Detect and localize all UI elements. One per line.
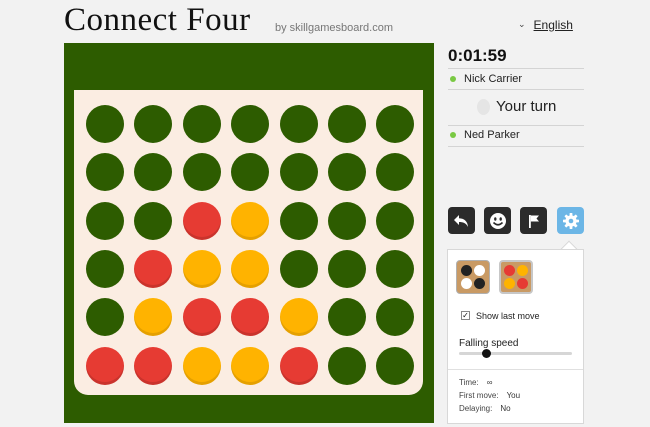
red-disc[interactable] [182,201,221,240]
time-label: Time: [459,378,479,387]
board-slot[interactable] [279,201,318,240]
board-slot[interactable] [134,105,173,143]
player-bottom: Ned Parker [448,129,520,141]
theme-disc [461,265,472,276]
game-board[interactable] [64,43,434,423]
board-slot[interactable] [376,298,415,337]
board-slot[interactable] [86,105,124,143]
board-slot[interactable] [134,201,173,240]
flag-icon [528,214,539,228]
theme-disc [517,278,528,289]
slider-handle[interactable] [481,349,491,358]
board-slot[interactable] [328,201,366,240]
board-grid[interactable] [74,90,423,395]
board-slot[interactable] [134,153,173,192]
red-disc[interactable] [279,346,318,385]
board-slot[interactable] [328,153,366,192]
yellow-disc[interactable] [279,298,318,337]
divider [448,89,584,90]
board-slot[interactable] [328,298,366,337]
divider [448,146,584,147]
theme-disc [504,278,515,289]
red-disc[interactable] [182,298,221,337]
board-slot[interactable] [328,249,366,288]
delaying-row: Delaying: No [459,404,511,413]
online-status-icon [450,132,456,138]
theme-red-yellow-button[interactable] [499,260,533,294]
red-disc[interactable] [86,346,124,385]
board-slot[interactable] [231,105,270,143]
yellow-disc[interactable] [134,298,173,337]
player-top-name: Nick Carrier [464,73,523,85]
gear-icon [562,212,579,229]
board-slot[interactable] [376,346,415,385]
red-disc[interactable] [231,298,270,337]
settings-panel: ✓ Show last move Falling speed Time: ∞ Fi… [447,249,584,424]
turn-text: Your turn [496,98,557,115]
player-top: Nick Carrier [448,73,522,85]
board-slot[interactable] [279,153,318,192]
board-slot[interactable] [279,105,318,143]
board-slot[interactable] [86,201,124,240]
turn-disc-icon [477,98,490,115]
board-slot[interactable] [328,105,366,143]
board-slot[interactable] [279,249,318,288]
theme-disc [474,278,485,289]
show-last-move-checkbox[interactable]: ✓ [461,311,470,320]
time-value: ∞ [486,378,493,387]
first-move-value: You [506,391,521,400]
board-slot[interactable] [86,249,124,288]
board-slot[interactable] [376,153,415,192]
board-slot[interactable] [182,105,221,143]
chevron-down-icon: ⌄ [518,18,526,29]
yellow-disc[interactable] [231,249,270,288]
board-slot[interactable] [231,153,270,192]
language-label[interactable]: English [534,18,573,32]
board-slot[interactable] [328,346,366,385]
smiley-icon [489,212,506,229]
undo-arrow-icon [454,214,468,227]
site-byline[interactable]: by skillgamesboard.com [275,22,393,34]
turn-indicator: Your turn [477,98,556,115]
resign-button[interactable] [520,207,547,234]
theme-disc [474,265,485,276]
board-slot[interactable] [376,105,415,143]
delaying-value: No [500,404,511,413]
board-slot[interactable] [182,153,221,192]
falling-speed-label: Falling speed [459,338,519,349]
settings-button[interactable] [557,207,584,234]
theme-disc [504,265,515,276]
player-bottom-name: Ned Parker [464,129,520,141]
theme-black-white-button[interactable] [456,260,490,294]
divider [448,369,583,370]
theme-disc [461,278,472,289]
time-row: Time: ∞ [459,378,492,387]
board-slot[interactable] [376,249,415,288]
first-move-label: First move: [459,391,499,400]
yellow-disc[interactable] [231,346,270,385]
online-status-icon [450,76,456,82]
first-move-row: First move: You [459,391,520,400]
yellow-disc[interactable] [182,346,221,385]
undo-button[interactable] [448,207,475,234]
chat-button[interactable] [484,207,511,234]
red-disc[interactable] [134,346,173,385]
falling-speed-slider[interactable] [459,349,572,358]
divider [448,68,584,69]
delaying-label: Delaying: [459,404,493,413]
board-slot[interactable] [86,153,124,192]
board-slot[interactable] [86,298,124,337]
show-last-move-label[interactable]: Show last move [476,311,540,321]
board-slot[interactable] [376,201,415,240]
red-disc[interactable] [134,249,173,288]
divider [448,125,584,126]
theme-disc [517,265,528,276]
game-timer: 0:01:59 [448,46,507,65]
page-title: Connect Four [64,2,251,38]
yellow-disc[interactable] [182,249,221,288]
yellow-disc[interactable] [231,201,270,240]
language-selector[interactable]: ⌄ English [518,18,573,32]
